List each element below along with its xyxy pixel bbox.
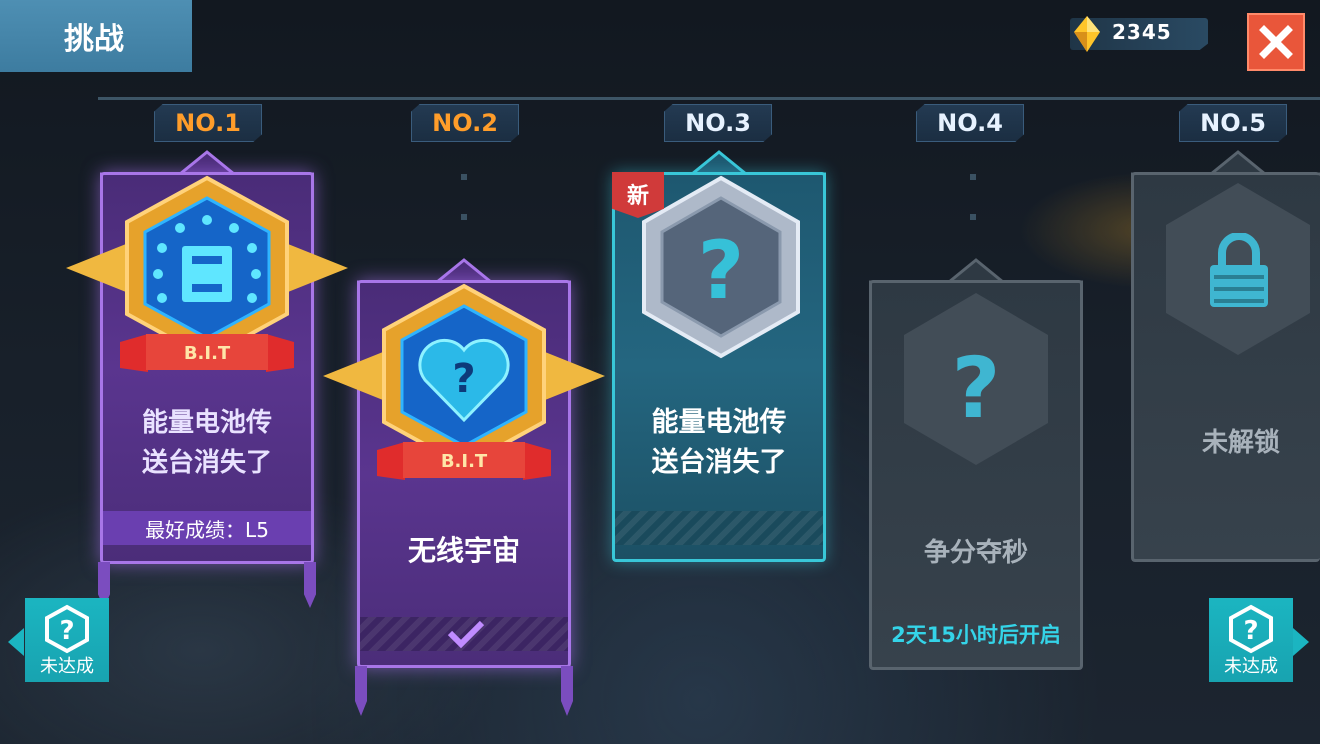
level-title-4: 争分夺秒 [923, 538, 1028, 568]
badge-text: B.I.T [184, 343, 231, 364]
level-tag-2: NO.2 [411, 104, 519, 142]
locked-slot-icon: ? [904, 293, 1048, 465]
best-score-bar: 最好成绩：L5 [103, 511, 311, 545]
level-title-1a: 能量电池传 [141, 408, 272, 438]
card-leg [355, 666, 367, 716]
card-leg [561, 666, 573, 716]
svg-text:?: ? [1243, 616, 1258, 646]
level-tag-3: NO.3 [664, 104, 772, 142]
checkmark-icon [447, 620, 485, 649]
page-title: 挑战 [64, 22, 124, 57]
level-title-2: 无线宇宙 [407, 534, 520, 567]
svg-text:?: ? [698, 224, 744, 317]
level-tag-5: NO.5 [1179, 104, 1287, 142]
level-title-5: 未解锁 [1201, 428, 1280, 458]
connector-dot [461, 174, 467, 180]
right-goal-label: 未达成 [1224, 656, 1278, 677]
best-score-text: 最好成绩：L5 [145, 517, 269, 542]
level-tag-4: NO.4 [916, 104, 1024, 142]
connector-dot [970, 174, 976, 180]
card-strip [615, 511, 823, 545]
level-title-3a: 能量电池传 [651, 407, 787, 438]
level-title-3b: 送台消失了 [651, 447, 787, 478]
card-leg [304, 562, 316, 608]
svg-text:?: ? [952, 339, 1001, 437]
question-hex-icon: ? [1229, 604, 1273, 654]
svg-text:?: ? [59, 616, 74, 646]
svg-text:?: ? [452, 356, 475, 402]
connector-dot [461, 214, 467, 220]
connector-dot [970, 214, 976, 220]
lock-icon [1210, 233, 1268, 307]
gem-count: 2345 [1112, 20, 1172, 44]
question-hex-icon: ? [45, 604, 89, 654]
badge-text: B.I.T [441, 451, 488, 472]
gem-icon [1072, 14, 1102, 54]
left-arrow-icon[interactable] [8, 628, 24, 656]
left-goal-button[interactable]: ? 未达成 [25, 598, 109, 682]
page-title-tab: 挑战 [0, 0, 192, 72]
gold-medal-icon: B.I.T [66, 175, 348, 372]
right-goal-button[interactable]: ? 未达成 [1209, 598, 1293, 682]
new-badge: 新 [612, 172, 664, 218]
level-title-1b: 送台消失了 [141, 448, 272, 478]
countdown-text: 2天15小时后开启 [891, 623, 1061, 647]
left-goal-label: 未达成 [40, 656, 94, 677]
new-badge-text: 新 [626, 184, 649, 209]
level-tag-1: NO.1 [154, 104, 262, 142]
right-arrow-icon[interactable] [1293, 628, 1309, 656]
gold-medal-icon: ? B.I.T [323, 283, 605, 480]
close-icon [1259, 25, 1293, 59]
close-button[interactable] [1247, 13, 1305, 71]
divider-line [98, 97, 1320, 100]
